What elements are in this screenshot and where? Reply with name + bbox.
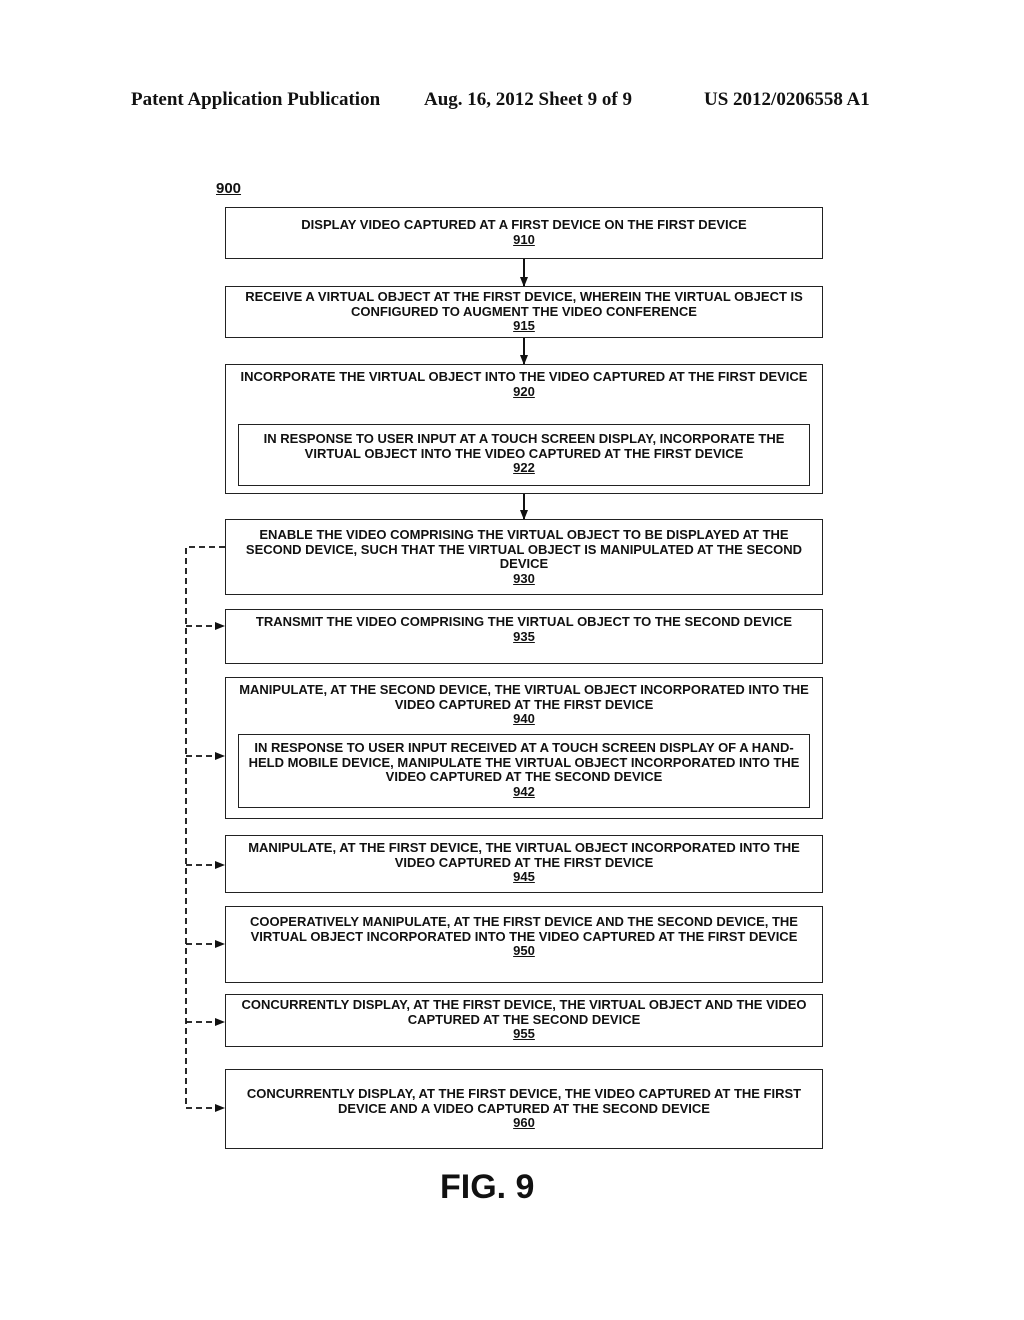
- step-922: IN RESPONSE TO USER INPUT AT A TOUCH SCR…: [238, 424, 810, 486]
- step-930: ENABLE THE VIDEO COMPRISING THE VIRTUAL …: [225, 519, 823, 595]
- step-ref: 940: [513, 711, 535, 726]
- step-text: INCORPORATE THE VIRTUAL OBJECT INTO THE …: [240, 369, 808, 384]
- step-945: MANIPULATE, AT THE FIRST DEVICE, THE VIR…: [225, 835, 823, 893]
- step-ref: 945: [513, 869, 535, 884]
- step-text: DISPLAY VIDEO CAPTURED AT A FIRST DEVICE…: [301, 217, 747, 232]
- step-915: RECEIVE A VIRTUAL OBJECT AT THE FIRST DE…: [225, 286, 823, 338]
- step-ref: 942: [513, 783, 535, 799]
- step-text: MANIPULATE, AT THE FIRST DEVICE, THE VIR…: [248, 840, 800, 870]
- step-text: CONCURRENTLY DISPLAY, AT THE FIRST DEVIC…: [241, 997, 807, 1027]
- step-955: CONCURRENTLY DISPLAY, AT THE FIRST DEVIC…: [225, 994, 823, 1047]
- step-ref: 920: [513, 383, 535, 399]
- step-text: ENABLE THE VIDEO COMPRISING THE VIRTUAL …: [245, 527, 803, 571]
- step-text: CONCURRENTLY DISPLAY, AT THE FIRST DEVIC…: [246, 1086, 802, 1116]
- step-ref: 955: [513, 1026, 535, 1041]
- step-ref: 950: [513, 943, 535, 958]
- step-910: DISPLAY VIDEO CAPTURED AT A FIRST DEVICE…: [225, 207, 823, 259]
- dashed-branch-trunk: [185, 546, 225, 1108]
- step-text: TRANSMIT THE VIDEO COMPRISING THE VIRTUA…: [255, 614, 793, 629]
- step-ref: 935: [513, 628, 535, 644]
- step-ref: 960: [513, 1115, 535, 1130]
- step-935: TRANSMIT THE VIDEO COMPRISING THE VIRTUA…: [225, 609, 823, 664]
- step-text: COOPERATIVELY MANIPULATE, AT THE FIRST D…: [250, 914, 798, 944]
- step-950: COOPERATIVELY MANIPULATE, AT THE FIRST D…: [225, 906, 823, 983]
- step-text: IN RESPONSE TO USER INPUT RECEIVED AT A …: [248, 740, 800, 784]
- step-ref: 915: [513, 318, 535, 333]
- step-920: INCORPORATE THE VIRTUAL OBJECT INTO THE …: [225, 364, 823, 494]
- step-text: MANIPULATE, AT THE SECOND DEVICE, THE VI…: [239, 682, 809, 712]
- step-960: CONCURRENTLY DISPLAY, AT THE FIRST DEVIC…: [225, 1069, 823, 1149]
- figure-caption: FIG. 9: [440, 1168, 535, 1206]
- step-ref: 910: [513, 231, 535, 247]
- step-text: RECEIVE A VIRTUAL OBJECT AT THE FIRST DE…: [245, 289, 803, 319]
- step-942: IN RESPONSE TO USER INPUT RECEIVED AT A …: [238, 734, 810, 808]
- step-text: IN RESPONSE TO USER INPUT AT A TOUCH SCR…: [263, 431, 785, 461]
- step-ref: 922: [513, 460, 535, 475]
- step-ref: 930: [513, 570, 535, 586]
- step-940: MANIPULATE, AT THE SECOND DEVICE, THE VI…: [225, 677, 823, 819]
